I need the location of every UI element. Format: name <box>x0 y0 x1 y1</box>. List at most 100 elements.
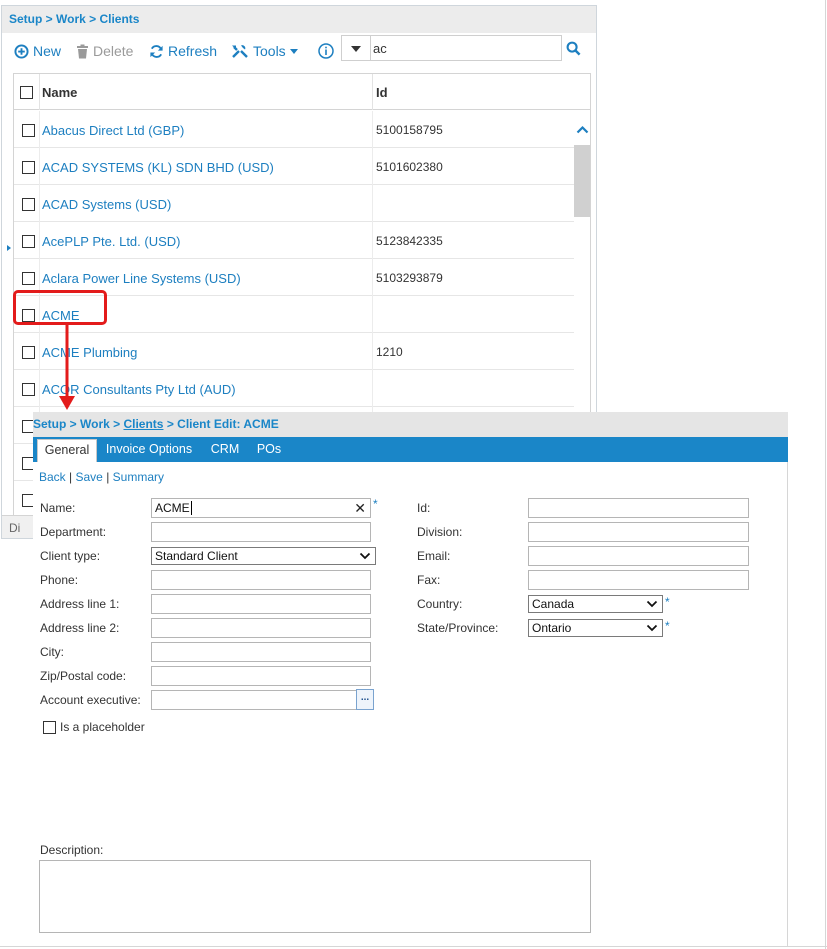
acme-highlight-box <box>13 290 107 325</box>
tab-general[interactable]: General <box>37 439 97 462</box>
phone-field[interactable] <box>151 570 371 590</box>
table-row[interactable]: Abacus Direct Ltd (GBP) 5100158795 <box>14 111 574 148</box>
country-label: Country: <box>417 597 463 611</box>
search-icon[interactable] <box>566 41 581 56</box>
column-header-name[interactable]: Name <box>42 85 77 100</box>
zip-field[interactable] <box>151 666 371 686</box>
save-link[interactable]: Save <box>76 470 103 484</box>
tab-crm[interactable]: CRM <box>208 437 242 462</box>
client-type-select[interactable]: Standard Client <box>151 547 376 565</box>
refresh-button[interactable]: Refresh <box>149 43 217 59</box>
client-name-link[interactable]: ACAD Systems (USD) <box>42 197 171 212</box>
required-marker: * <box>373 497 378 511</box>
tools-menu-button[interactable]: Tools <box>231 43 298 59</box>
clear-icon[interactable]: ✕ <box>354 500 366 516</box>
column-header-id[interactable]: Id <box>376 85 388 100</box>
row-checkbox[interactable] <box>22 272 35 285</box>
email-field[interactable] <box>528 546 749 566</box>
name-field[interactable]: ACME ✕ <box>151 498 371 518</box>
description-textarea[interactable] <box>39 860 591 933</box>
client-name-link[interactable]: Aclara Power Line Systems (USD) <box>42 271 241 286</box>
column-divider <box>372 74 373 110</box>
email-label: Email: <box>417 549 451 563</box>
country-value: Canada <box>532 597 575 611</box>
plus-circle-icon <box>14 43 29 59</box>
division-field[interactable] <box>528 522 749 542</box>
row-checkbox[interactable] <box>22 235 35 248</box>
table-row[interactable]: ACME Plumbing 1210 <box>14 333 574 370</box>
client-id: 1210 <box>376 345 403 359</box>
separator: | <box>69 470 73 484</box>
address-line-1-field[interactable] <box>151 594 371 614</box>
expand-arrow-icon[interactable] <box>7 245 11 251</box>
row-checkbox[interactable] <box>22 124 35 137</box>
breadcrumb-clients-link[interactable]: Clients <box>123 417 163 431</box>
city-field[interactable] <box>151 642 371 662</box>
row-checkbox[interactable] <box>22 161 35 174</box>
fax-field[interactable] <box>528 570 749 590</box>
client-edit-panel: Setup > Work > Clients > Client Edit: AC… <box>33 412 788 946</box>
id-label: Id: <box>417 501 431 515</box>
client-id: 5101602380 <box>376 160 443 174</box>
address-line-2-label: Address line 2: <box>40 621 120 635</box>
account-executive-field[interactable] <box>151 690 357 710</box>
action-links: Back | Save | Summary <box>39 470 164 484</box>
table-row[interactable]: ACAD Systems (USD) <box>14 185 574 222</box>
info-icon[interactable] <box>318 43 334 59</box>
name-value: ACME <box>155 501 190 515</box>
description-label: Description: <box>40 843 104 857</box>
address-line-1-label: Address line 1: <box>40 597 120 611</box>
client-name-link[interactable]: Abacus Direct Ltd (GBP) <box>42 123 184 138</box>
caret-down-icon <box>289 48 298 54</box>
division-label: Division: <box>417 525 463 539</box>
chevron-down-icon <box>646 624 658 632</box>
text-cursor <box>190 501 192 515</box>
placeholder-label: Is a placeholder <box>60 720 145 734</box>
new-button-label: New <box>33 43 62 59</box>
client-type-label: Client type: <box>40 549 101 563</box>
new-button[interactable]: New <box>14 43 61 59</box>
chevron-up-icon[interactable] <box>576 125 589 134</box>
id-field[interactable] <box>528 498 749 518</box>
page-border <box>0 946 827 947</box>
delete-button-label: Delete <box>93 43 134 59</box>
client-name-link[interactable]: ACAD SYSTEMS (KL) SDN BHD (USD) <box>42 160 274 175</box>
table-row[interactable]: ACAD SYSTEMS (KL) SDN BHD (USD) 51016023… <box>14 148 574 185</box>
tab-pos[interactable]: POs <box>254 437 284 462</box>
search-filter-dropdown[interactable] <box>341 35 371 61</box>
select-all-checkbox[interactable] <box>20 86 33 99</box>
client-id: 5100158795 <box>376 123 443 137</box>
tab-bar: General Invoice Options CRM POs <box>33 437 788 462</box>
delete-button[interactable]: Delete <box>76 43 133 59</box>
address-line-2-field[interactable] <box>151 618 371 638</box>
state-select[interactable]: Ontario <box>528 619 663 637</box>
country-select[interactable]: Canada <box>528 595 663 613</box>
table-row[interactable]: ACOR Consultants Pty Ltd (AUD) <box>14 370 574 407</box>
department-field[interactable] <box>151 522 371 542</box>
state-value: Ontario <box>532 621 572 635</box>
tab-invoice-options[interactable]: Invoice Options <box>103 437 195 462</box>
column-divider <box>39 74 40 110</box>
back-link[interactable]: Back <box>39 470 66 484</box>
zip-label: Zip/Postal code: <box>40 669 127 683</box>
scrollbar-thumb[interactable] <box>574 145 590 217</box>
account-executive-label: Account executive: <box>40 693 141 707</box>
account-executive-picker-button[interactable]: ... <box>356 689 374 710</box>
summary-link[interactable]: Summary <box>113 470 164 484</box>
placeholder-checkbox[interactable] <box>43 721 56 734</box>
chevron-down-icon <box>359 552 371 560</box>
phone-label: Phone: <box>40 573 79 587</box>
row-checkbox[interactable] <box>22 198 35 211</box>
required-marker: * <box>665 619 670 633</box>
breadcrumb-part[interactable]: Setup > Work > <box>33 417 123 431</box>
breadcrumb[interactable]: Setup > Work > Clients <box>2 6 596 33</box>
refresh-icon <box>150 44 163 58</box>
search-input[interactable] <box>370 35 562 61</box>
department-label: Department: <box>40 525 107 539</box>
row-checkbox[interactable] <box>22 383 35 396</box>
row-checkbox[interactable] <box>22 346 35 359</box>
client-name-link[interactable]: AcePLP Pte. Ltd. (USD) <box>42 234 181 249</box>
red-arrow-icon <box>59 324 75 410</box>
toolbar: New Delete Refresh Tools ac <box>2 33 596 71</box>
table-row[interactable]: AcePLP Pte. Ltd. (USD) 5123842335 <box>14 222 574 259</box>
